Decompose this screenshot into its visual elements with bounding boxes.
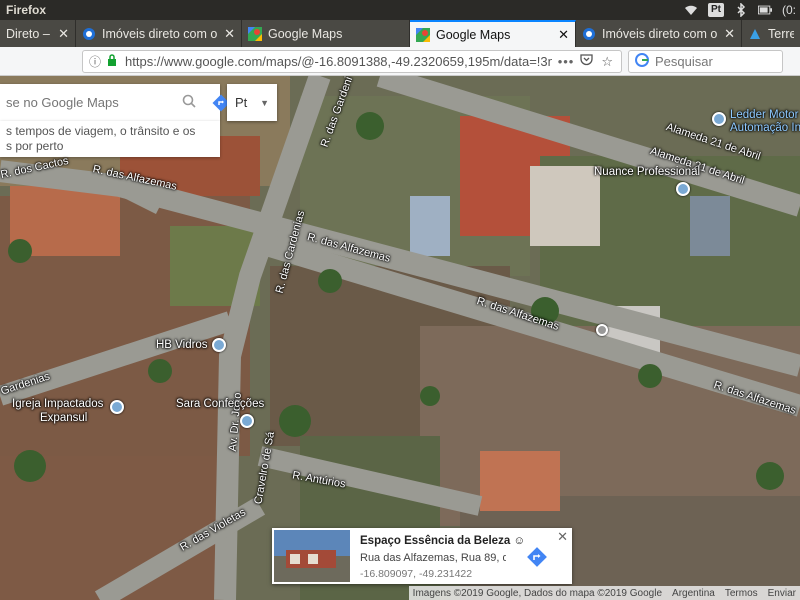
place-coordinates: -16.809097, -49.231422 (360, 568, 473, 580)
tab-1[interactable]: Direto – C ✕ (0, 20, 76, 47)
church-icon[interactable] (110, 400, 124, 414)
url-bar[interactable]: ⓘ https://www.google.com/maps/@-16.80913… (82, 50, 622, 73)
directions-icon[interactable] (526, 546, 548, 568)
close-tab-icon[interactable]: ✕ (724, 26, 735, 42)
maps-search-bar (0, 84, 230, 121)
shopping-icon[interactable] (240, 414, 254, 428)
poi-label[interactable]: Sara Confecções (176, 398, 264, 410)
page-icon (748, 27, 762, 41)
place-pin-icon[interactable] (596, 324, 608, 336)
google-maps-icon (416, 27, 430, 42)
place-pin-icon[interactable] (712, 112, 726, 126)
send-feedback-link[interactable]: Enviar (768, 588, 796, 599)
tab-label: Imóveis direto com o p (602, 26, 719, 41)
lock-icon[interactable] (107, 54, 117, 69)
tab-6[interactable]: Terren (742, 20, 800, 47)
maps-hint-panel[interactable]: s tempos de viagem, o trânsito e os s po… (0, 121, 220, 157)
wifi-icon[interactable] (684, 3, 698, 17)
place-photo[interactable] (274, 530, 350, 582)
close-tab-icon[interactable]: ✕ (224, 26, 235, 42)
firefox-icon (82, 27, 96, 41)
map-attribution: Imagens ©2019 Google, Dados do mapa ©201… (408, 586, 800, 600)
battery-icon[interactable] (757, 3, 772, 17)
tab-2[interactable]: Imóveis direto com o p ✕ (76, 20, 242, 47)
maps-search-input[interactable] (0, 95, 182, 110)
poi-label[interactable]: Nuance Professional (594, 166, 700, 178)
close-tab-icon[interactable]: ✕ (58, 26, 69, 42)
terms-link[interactable]: Termos (725, 588, 758, 599)
tab-bar: Direto – C ✕ Imóveis direto com o p ✕ Go… (0, 20, 800, 47)
place-card[interactable]: Espaço Essência da Beleza ☺ Rua das Alfa… (272, 528, 572, 584)
system-tray: Pt (0: (684, 3, 800, 17)
web-search-placeholder: Pesquisar (655, 54, 713, 69)
tab-label: Imóveis direto com o p (102, 26, 219, 41)
info-icon[interactable]: ⓘ (89, 53, 101, 70)
firefox-icon (582, 27, 596, 41)
clock[interactable]: (0: (782, 3, 796, 17)
google-search-icon (635, 53, 649, 70)
os-top-bar: Firefox Pt (0: (0, 0, 800, 20)
app-title: Firefox (6, 3, 47, 17)
tab-3[interactable]: Google Maps (242, 20, 410, 47)
poi-label[interactable]: Ledder Motor (730, 109, 798, 121)
place-address: Rua das Alfazemas, Rua 89, quad... (360, 552, 506, 564)
tab-label: Direto – C (6, 26, 52, 41)
navigation-bar: ⓘ https://www.google.com/maps/@-16.80913… (0, 47, 800, 76)
tab-4-active[interactable]: Google Maps ✕ (410, 20, 576, 47)
place-pin-icon[interactable] (212, 338, 226, 352)
tab-label: Google Maps (436, 27, 511, 42)
tab-5[interactable]: Imóveis direto com o p ✕ (576, 20, 742, 47)
hint-line-2: s por perto (6, 139, 64, 153)
place-pin-icon[interactable] (676, 182, 690, 196)
poi-label[interactable]: Igreja Impactados (12, 398, 103, 410)
language-selector[interactable]: Pt ▼ (227, 84, 277, 121)
country-link[interactable]: Argentina (672, 588, 715, 599)
keyboard-layout-indicator[interactable]: Pt (707, 3, 724, 17)
poi-label[interactable]: HB Vidros (156, 339, 208, 351)
url-text[interactable]: https://www.google.com/maps/@-16.8091388… (125, 54, 552, 69)
bluetooth-icon[interactable] (734, 3, 748, 17)
language-value: Pt (235, 95, 248, 110)
satellite-map[interactable]: s tempos de viagem, o trânsito e os s po… (0, 76, 800, 600)
poi-label[interactable]: Expansul (40, 412, 87, 424)
poi-label[interactable]: Automação In (730, 122, 800, 134)
search-icon[interactable] (182, 94, 196, 111)
google-maps-icon (248, 26, 262, 41)
hint-line-1: s tempos de viagem, o trânsito e os (6, 124, 196, 138)
bookmark-star-icon[interactable]: ☆ (601, 54, 613, 70)
page-actions-button[interactable]: ••• (552, 54, 581, 69)
close-tab-icon[interactable]: ✕ (558, 27, 569, 43)
close-icon[interactable]: ✕ (557, 529, 568, 545)
tab-label: Google Maps (268, 26, 343, 41)
tab-label: Terren (768, 26, 794, 41)
pocket-icon[interactable] (580, 54, 593, 69)
chevron-down-icon: ▼ (260, 97, 269, 108)
attribution-text: Imagens ©2019 Google, Dados do mapa ©201… (412, 587, 663, 599)
web-search-box[interactable]: Pesquisar (628, 50, 783, 73)
place-title[interactable]: Espaço Essência da Beleza ☺ (360, 535, 525, 547)
